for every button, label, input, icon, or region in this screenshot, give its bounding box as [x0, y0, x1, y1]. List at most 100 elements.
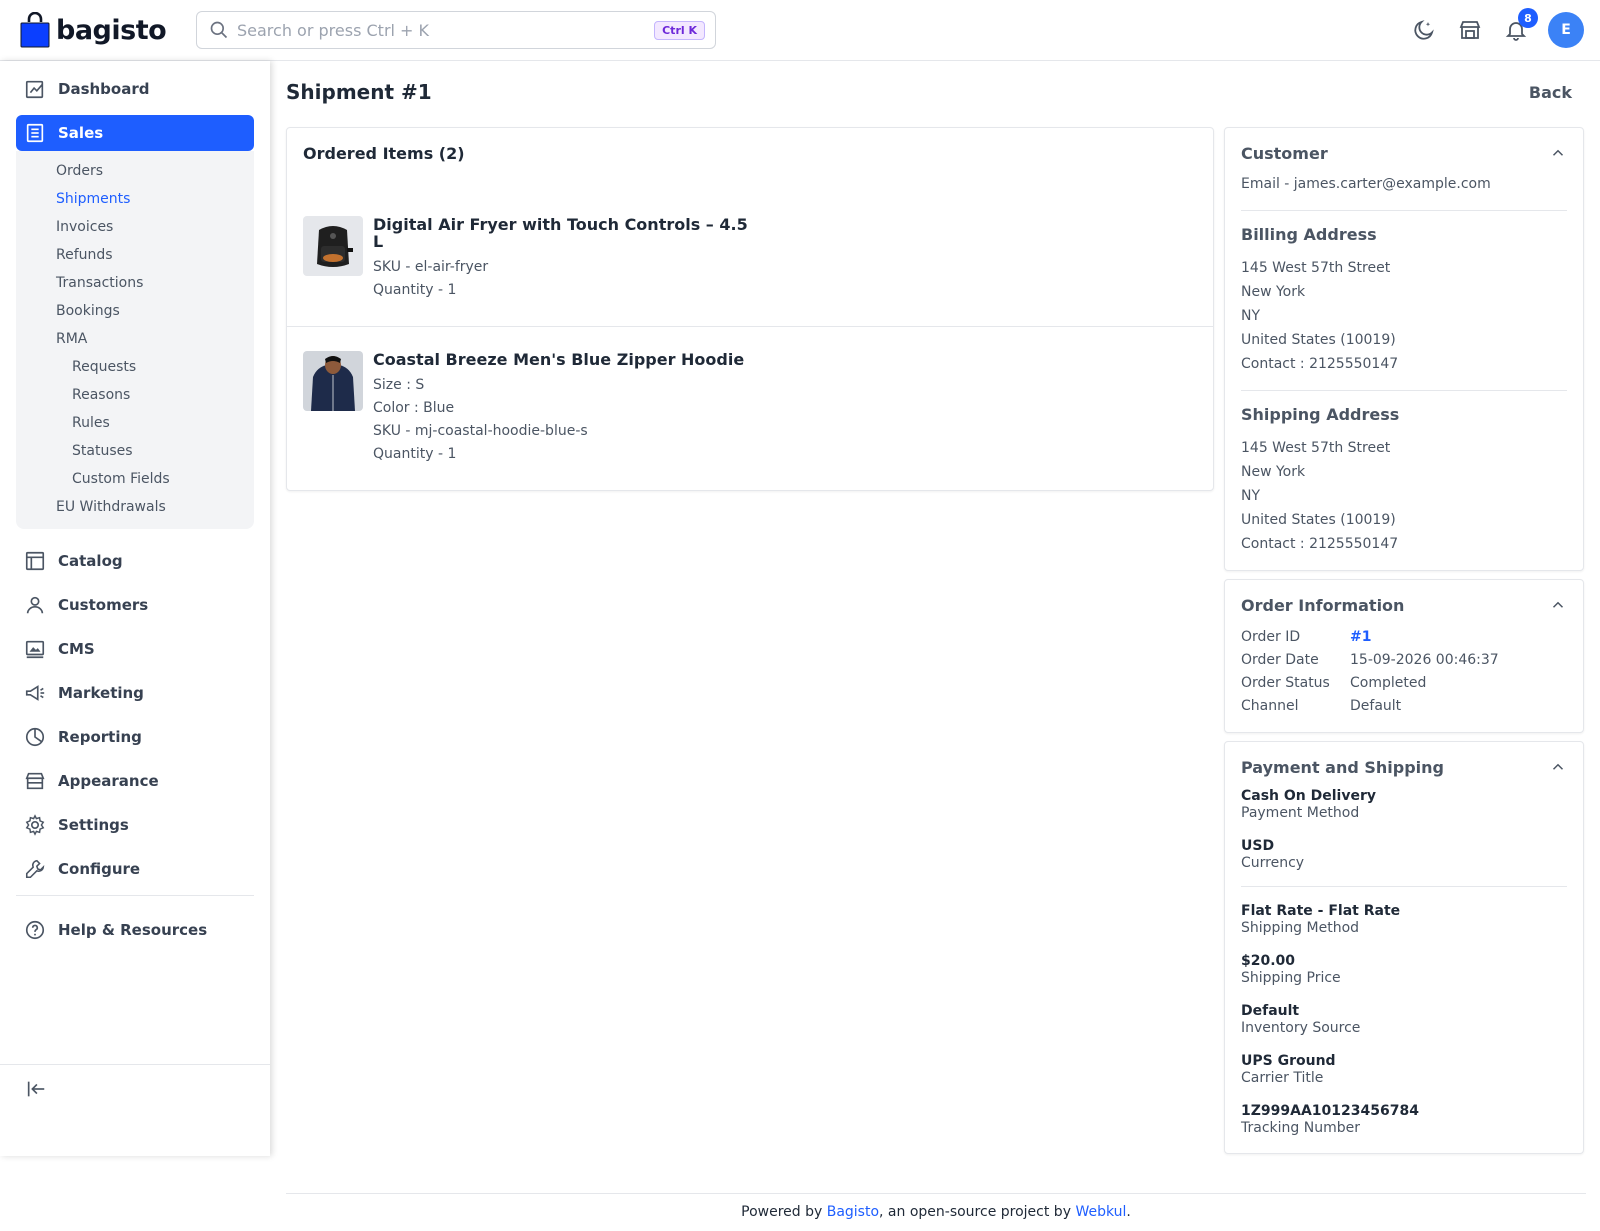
sidebar-item-label: Sales [58, 124, 104, 142]
sidebar-item-label: Catalog [58, 552, 123, 570]
sidebar-item-sales[interactable]: Sales [16, 115, 254, 151]
footer-prefix: Powered by [741, 1204, 827, 1220]
main-content: Shipment #1 Back Ordered Items (2) Digit… [286, 61, 1586, 1154]
sidebar-item-label: Configure [58, 860, 141, 878]
search-icon [210, 21, 228, 39]
shipping-price-label: Shipping Price [1241, 970, 1341, 986]
chevron-up-icon[interactable] [1549, 758, 1567, 776]
shipping-country: United States (10019) [1241, 512, 1396, 528]
billing-country: United States (10019) [1241, 332, 1396, 348]
currency-value: USD [1241, 838, 1275, 854]
brand-logo[interactable]: bagisto [20, 12, 176, 48]
submenu-rma-statuses[interactable]: Statuses [16, 437, 254, 465]
sidebar-footer [0, 1064, 270, 1156]
product-image-air-fryer [303, 216, 363, 276]
submenu-transactions[interactable]: Transactions [16, 269, 254, 297]
sidebar-item-help[interactable]: Help & Resources [16, 912, 254, 948]
brand-name: bagisto [56, 14, 167, 46]
bagisto-link[interactable]: Bagisto [827, 1204, 879, 1220]
shipping-address-title: Shipping Address [1241, 405, 1400, 424]
payment-shipping-title: Payment and Shipping [1241, 757, 1445, 777]
top-header: bagisto Ctrl K 8 E [0, 0, 1600, 61]
shipping-method-label: Shipping Method [1241, 920, 1360, 936]
notifications-button[interactable]: 8 [1502, 8, 1538, 44]
chevron-up-icon[interactable] [1549, 144, 1567, 162]
sidebar-item-dashboard[interactable]: Dashboard [16, 71, 254, 107]
customer-email: Email - james.carter@example.com [1241, 176, 1491, 192]
submenu-rma[interactable]: RMA [16, 325, 254, 353]
sidebar-divider [16, 895, 254, 896]
back-button[interactable]: Back [1529, 83, 1584, 102]
sidebar-item-marketing[interactable]: Marketing [16, 675, 254, 711]
shipping-street: 145 West 57th Street [1241, 440, 1391, 456]
shipping-contact: Contact : 2125550147 [1241, 536, 1399, 552]
order-date-row: Order Date 15-09-2026 00:46:37 [1241, 649, 1567, 672]
inventory-source-label: Inventory Source [1241, 1020, 1361, 1036]
webkul-link[interactable]: Webkul [1075, 1204, 1126, 1220]
sidebar-item-appearance[interactable]: Appearance [16, 763, 254, 799]
order-id-row: Order ID #1 [1241, 626, 1567, 649]
billing-address-title: Billing Address [1241, 225, 1377, 244]
product-image-hoodie [303, 351, 363, 411]
product-name: Coastal Breeze Men's Blue Zipper Hoodie [373, 350, 745, 369]
sidebar-item-configure[interactable]: Configure [16, 851, 254, 887]
product-sku: SKU - el-air-fryer [373, 259, 489, 275]
order-information-card: Order Information Order ID #1 Order Date… [1224, 579, 1584, 733]
shipping-method-value: Flat Rate - Flat Rate [1241, 903, 1401, 919]
submenu-bookings[interactable]: Bookings [16, 297, 254, 325]
sidebar-item-settings[interactable]: Settings [16, 807, 254, 843]
billing-state: NY [1241, 308, 1261, 324]
submenu-refunds[interactable]: Refunds [16, 241, 254, 269]
user-avatar[interactable]: E [1548, 12, 1584, 48]
currency-label: Currency [1241, 855, 1305, 871]
sidebar-item-reporting[interactable]: Reporting [16, 719, 254, 755]
dark-mode-toggle[interactable] [1410, 16, 1438, 44]
details-column: Customer Email - james.carter@example.co… [1224, 127, 1584, 1162]
page-title: Shipment #1 [286, 80, 432, 104]
sidebar-item-customers[interactable]: Customers [16, 587, 254, 623]
divider [1241, 210, 1567, 211]
product-quantity: Quantity - 1 [373, 446, 457, 462]
search-input[interactable] [237, 20, 647, 40]
order-id-link[interactable]: #1 [1350, 626, 1371, 649]
submenu-rma-requests[interactable]: Requests [16, 353, 254, 381]
customer-title: Customer [1241, 143, 1328, 163]
settings-icon [25, 814, 45, 836]
notification-badge: 8 [1518, 8, 1538, 28]
product-color: Color : Blue [373, 400, 455, 416]
help-icon [25, 920, 45, 940]
ordered-items-card: Ordered Items (2) Digital Air Fryer with… [286, 127, 1214, 491]
reporting-icon [25, 727, 45, 747]
product-size: Size : S [373, 377, 425, 393]
submenu-orders[interactable]: Orders [16, 157, 254, 185]
tracking-number-label: Tracking Number [1241, 1120, 1360, 1136]
catalog-icon [25, 551, 45, 571]
collapse-icon [27, 1081, 45, 1097]
sidebar-item-label: Customers [58, 596, 149, 614]
sidebar-item-label: CMS [58, 640, 95, 658]
submenu-shipments[interactable]: Shipments [16, 185, 254, 213]
submenu-eu-withdrawals[interactable]: EU Withdrawals [16, 493, 254, 521]
collapse-sidebar-button[interactable] [22, 1075, 50, 1103]
appearance-icon [25, 772, 45, 790]
shortcut-hint: Ctrl K [654, 20, 705, 40]
channel-value: Default [1350, 698, 1402, 714]
sidebar-item-catalog[interactable]: Catalog [16, 543, 254, 579]
moon-icon [1414, 20, 1434, 40]
submenu-rma-custom-fields[interactable]: Custom Fields [16, 465, 254, 493]
submenu-invoices[interactable]: Invoices [16, 213, 254, 241]
sidebar-item-label: Reporting [58, 728, 142, 746]
billing-contact: Contact : 2125550147 [1241, 356, 1399, 372]
tracking-number-value: 1Z999AA10123456784 [1241, 1103, 1419, 1119]
billing-city: New York [1241, 284, 1306, 300]
inventory-source-value: Default [1241, 1003, 1300, 1019]
marketing-icon [25, 685, 45, 701]
chevron-up-icon[interactable] [1549, 596, 1567, 614]
list-item: Digital Air Fryer with Touch Controls – … [287, 192, 1213, 326]
storefront-button[interactable] [1456, 16, 1484, 44]
search-box[interactable]: Ctrl K [196, 11, 716, 49]
page-footer: Powered by Bagisto, an open-source proje… [286, 1193, 1586, 1220]
sidebar-item-cms[interactable]: CMS [16, 631, 254, 667]
submenu-rma-reasons[interactable]: Reasons [16, 381, 254, 409]
submenu-rma-rules[interactable]: Rules [16, 409, 254, 437]
